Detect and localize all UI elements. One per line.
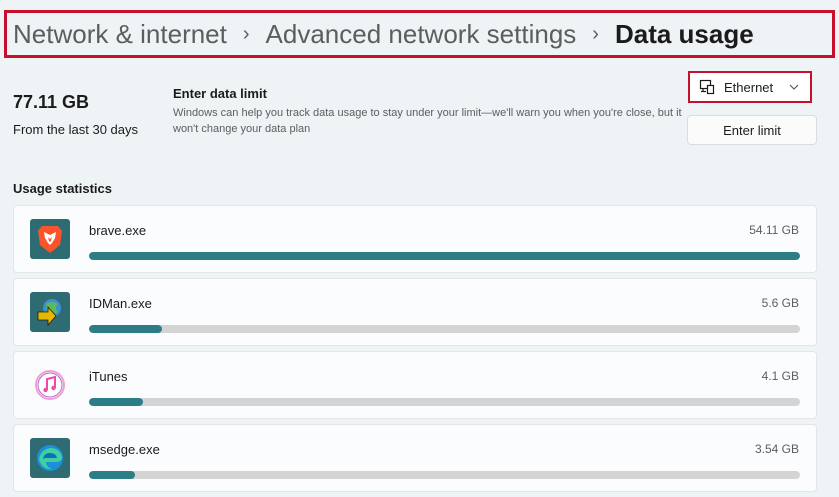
app-name: msedge.exe (89, 442, 160, 457)
usage-bar (89, 325, 800, 333)
total-usage-value: 77.11 GB (13, 92, 90, 112)
data-limit-section: Enter data limit Windows can help you tr… (173, 86, 683, 137)
app-usage-row-msedge[interactable]: msedge.exe 3.54 GB (13, 424, 817, 492)
breadcrumb-separator: › (242, 22, 250, 45)
edge-icon (30, 438, 70, 478)
app-usage-value: 3.54 GB (754, 442, 799, 456)
ethernet-icon (699, 79, 715, 95)
usage-bar (89, 398, 800, 406)
usage-statistics-title: Usage statistics (13, 181, 112, 196)
app-usage-list: brave.exe 54.11 GB IDMan.exe 5.6 GB iTun… (13, 205, 817, 497)
itunes-icon (30, 365, 70, 405)
brave-icon (30, 219, 70, 259)
breadcrumb-network-internet[interactable]: Network & internet (13, 19, 227, 50)
usage-bar (89, 252, 800, 260)
network-select-value: Ethernet (724, 79, 774, 95)
usage-bar-fill (89, 252, 800, 260)
usage-bar-fill (89, 325, 163, 333)
app-usage-row-brave[interactable]: brave.exe 54.11 GB (13, 205, 817, 273)
app-usage-row-itunes[interactable]: iTunes 4.1 GB (13, 351, 817, 419)
idman-icon (30, 292, 70, 332)
app-usage-value: 4.1 GB (761, 369, 799, 383)
app-usage-value: 54.11 GB (749, 223, 799, 237)
total-usage-caption: From the last 30 days (13, 122, 138, 137)
usage-bar-fill (89, 471, 136, 479)
page-title: Data usage (614, 18, 754, 49)
data-limit-description: Windows can help you track data usage to… (173, 107, 682, 135)
total-usage: 77.11 GB From the last 30 days (13, 92, 138, 137)
chevron-down-icon (789, 84, 799, 90)
breadcrumb-advanced-network-settings[interactable]: Advanced network settings (266, 19, 577, 50)
app-name: iTunes (89, 369, 128, 384)
data-limit-title: Enter data limit (173, 86, 267, 101)
app-usage-row-idman[interactable]: IDMan.exe 5.6 GB (13, 278, 817, 346)
usage-bar-fill (89, 398, 144, 406)
enter-limit-button[interactable]: Enter limit (687, 115, 817, 145)
network-select[interactable]: Ethernet (688, 71, 812, 103)
app-name: IDMan.exe (89, 296, 152, 311)
app-name: brave.exe (89, 223, 147, 238)
usage-bar (89, 471, 800, 479)
breadcrumb: Network & internet › Advanced network se… (4, 10, 835, 58)
breadcrumb-separator: › (592, 22, 599, 45)
app-usage-value: 5.6 GB (761, 296, 799, 310)
